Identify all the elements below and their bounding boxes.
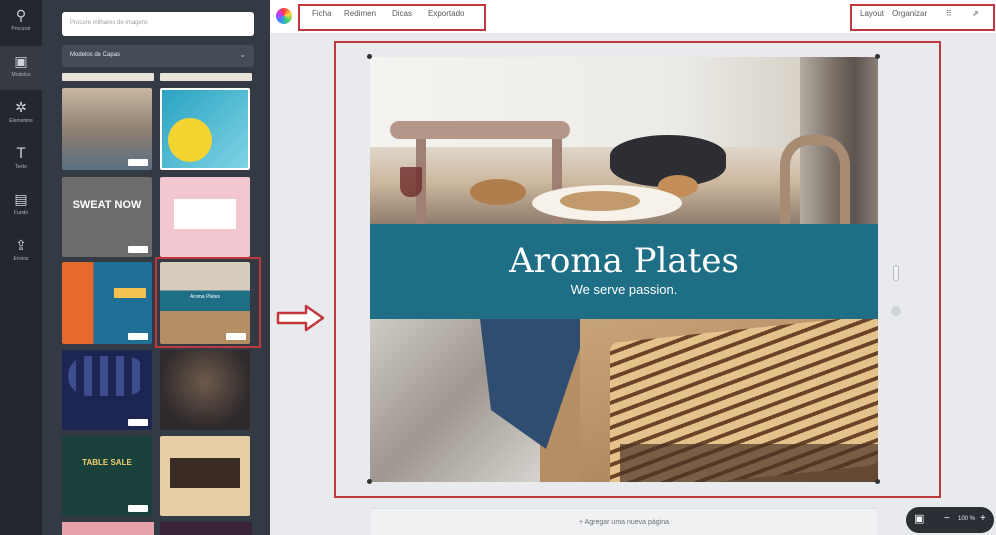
rail-item-background[interactable]: ▤ Fundo (0, 184, 42, 228)
photo-chair-back (390, 121, 570, 139)
rail-item-label: Elementos (9, 118, 33, 124)
rail-item-layouts[interactable]: ▣ Modelos (0, 46, 42, 90)
layouts-icon: ▣ (14, 54, 28, 70)
rail-item-search[interactable]: ⚲ Procurar (0, 0, 42, 44)
rail-item-label: Texto (15, 164, 27, 170)
thumbnail-partial[interactable] (160, 522, 252, 535)
resize-handle[interactable] (367, 54, 372, 59)
arrange-button[interactable]: Organizar (892, 9, 927, 18)
thumbnail-tag (114, 288, 146, 298)
design-subtitle[interactable]: We serve passion. (370, 282, 878, 297)
free-badge (128, 333, 148, 340)
page-handle[interactable] (891, 306, 901, 316)
thumbnail-card (174, 199, 236, 229)
search-input[interactable]: Procure milhares de imagens (62, 12, 254, 36)
category-select[interactable]: Modelos de Capas ⌄ (62, 45, 254, 67)
design-canvas[interactable]: Aroma Plates We serve passion. (370, 57, 878, 482)
rail-item-text[interactable]: T Texto (0, 138, 42, 182)
rail-item-elements[interactable]: ✲ Elementos (0, 92, 42, 136)
text-icon: T (16, 146, 26, 162)
free-badge (128, 419, 148, 426)
zoom-level: 100 % (958, 516, 976, 522)
thumbnail-partial[interactable] (62, 73, 154, 81)
upload-icon: ⇪ (15, 238, 27, 254)
photo-shadow (620, 444, 878, 482)
pointer-arrow-icon (276, 304, 325, 332)
rail-item-label: Envios (13, 256, 29, 262)
free-badge (128, 246, 148, 253)
thumbnail-title: TABLE SALE (82, 458, 132, 467)
free-badge (128, 159, 148, 166)
thumbnail-partial[interactable] (62, 522, 154, 535)
resize-handle[interactable] (367, 479, 372, 484)
template-thumbnail[interactable] (160, 88, 250, 170)
rail-item-uploads[interactable]: ⇪ Envios (0, 230, 42, 274)
thumbnail-pattern (68, 356, 146, 396)
resize-handle[interactable] (875, 479, 880, 484)
background-icon: ▤ (14, 192, 28, 208)
menu-item-tips[interactable]: Dicas (392, 9, 412, 18)
photo-table-scene[interactable] (370, 57, 878, 225)
free-badge (128, 505, 148, 512)
thumbnail-circle (168, 118, 212, 162)
add-page-button[interactable]: + Agregar uma nueva página (370, 508, 878, 535)
chevron-down-icon: ⌄ (239, 50, 246, 59)
template-thumbnail[interactable]: SWEAT NOW (62, 177, 152, 257)
resize-handle[interactable] (875, 54, 880, 59)
template-thumbnail[interactable] (62, 262, 152, 344)
photo-chair-right (780, 135, 850, 225)
elements-icon: ✲ (15, 100, 27, 116)
rail-item-label: Fundo (13, 210, 29, 216)
layout-button[interactable]: Layout (860, 9, 884, 18)
template-thumbnail[interactable] (160, 177, 250, 257)
category-select-label: Modelos de Capas (70, 52, 121, 58)
top-bar: Ficha Redimen Dicas Exportado Layout Org… (270, 0, 996, 34)
title-band[interactable]: Aroma Plates We serve passion. (370, 224, 878, 319)
share-icon[interactable]: ⇗ (972, 9, 979, 18)
template-thumbnail[interactable] (160, 436, 250, 516)
grid-icon[interactable]: ⠿ (946, 9, 952, 18)
template-thumbnail[interactable] (160, 350, 250, 430)
menu-item-export[interactable]: Exportado (428, 9, 464, 18)
search-icon: ⚲ (15, 8, 27, 24)
rail-item-label: Procurar (11, 26, 31, 32)
zoom-out-button[interactable]: − (944, 513, 950, 524)
zoom-in-button[interactable]: + (980, 513, 986, 524)
template-thumbnail[interactable] (62, 88, 152, 170)
left-rail: ⚲ Procurar ▣ Modelos ✲ Elementos T Texto… (0, 0, 42, 535)
menu-item-file[interactable]: Ficha (312, 9, 332, 18)
thumbnail-title: SWEAT NOW (72, 199, 142, 211)
design-title[interactable]: Aroma Plates (370, 224, 878, 280)
photo-panini[interactable] (370, 319, 878, 482)
present-icon[interactable]: ▣ (914, 512, 924, 525)
thumbnail-card (170, 458, 240, 488)
photo-glass (400, 167, 422, 197)
menu-item-resize[interactable]: Redimen (344, 9, 376, 18)
photo-bread (470, 179, 526, 205)
photo-plate-food (560, 191, 640, 211)
thumbnail-partial[interactable] (160, 73, 252, 81)
page-handle[interactable] (893, 265, 899, 281)
template-thumbnail[interactable] (62, 350, 152, 430)
selection-highlight (155, 257, 261, 348)
rail-item-label: Modelos (11, 72, 31, 78)
logo-icon (276, 8, 292, 24)
template-thumbnail[interactable]: TABLE SALE (62, 436, 152, 516)
zoom-control: ▣ − 100 % + (906, 507, 994, 533)
